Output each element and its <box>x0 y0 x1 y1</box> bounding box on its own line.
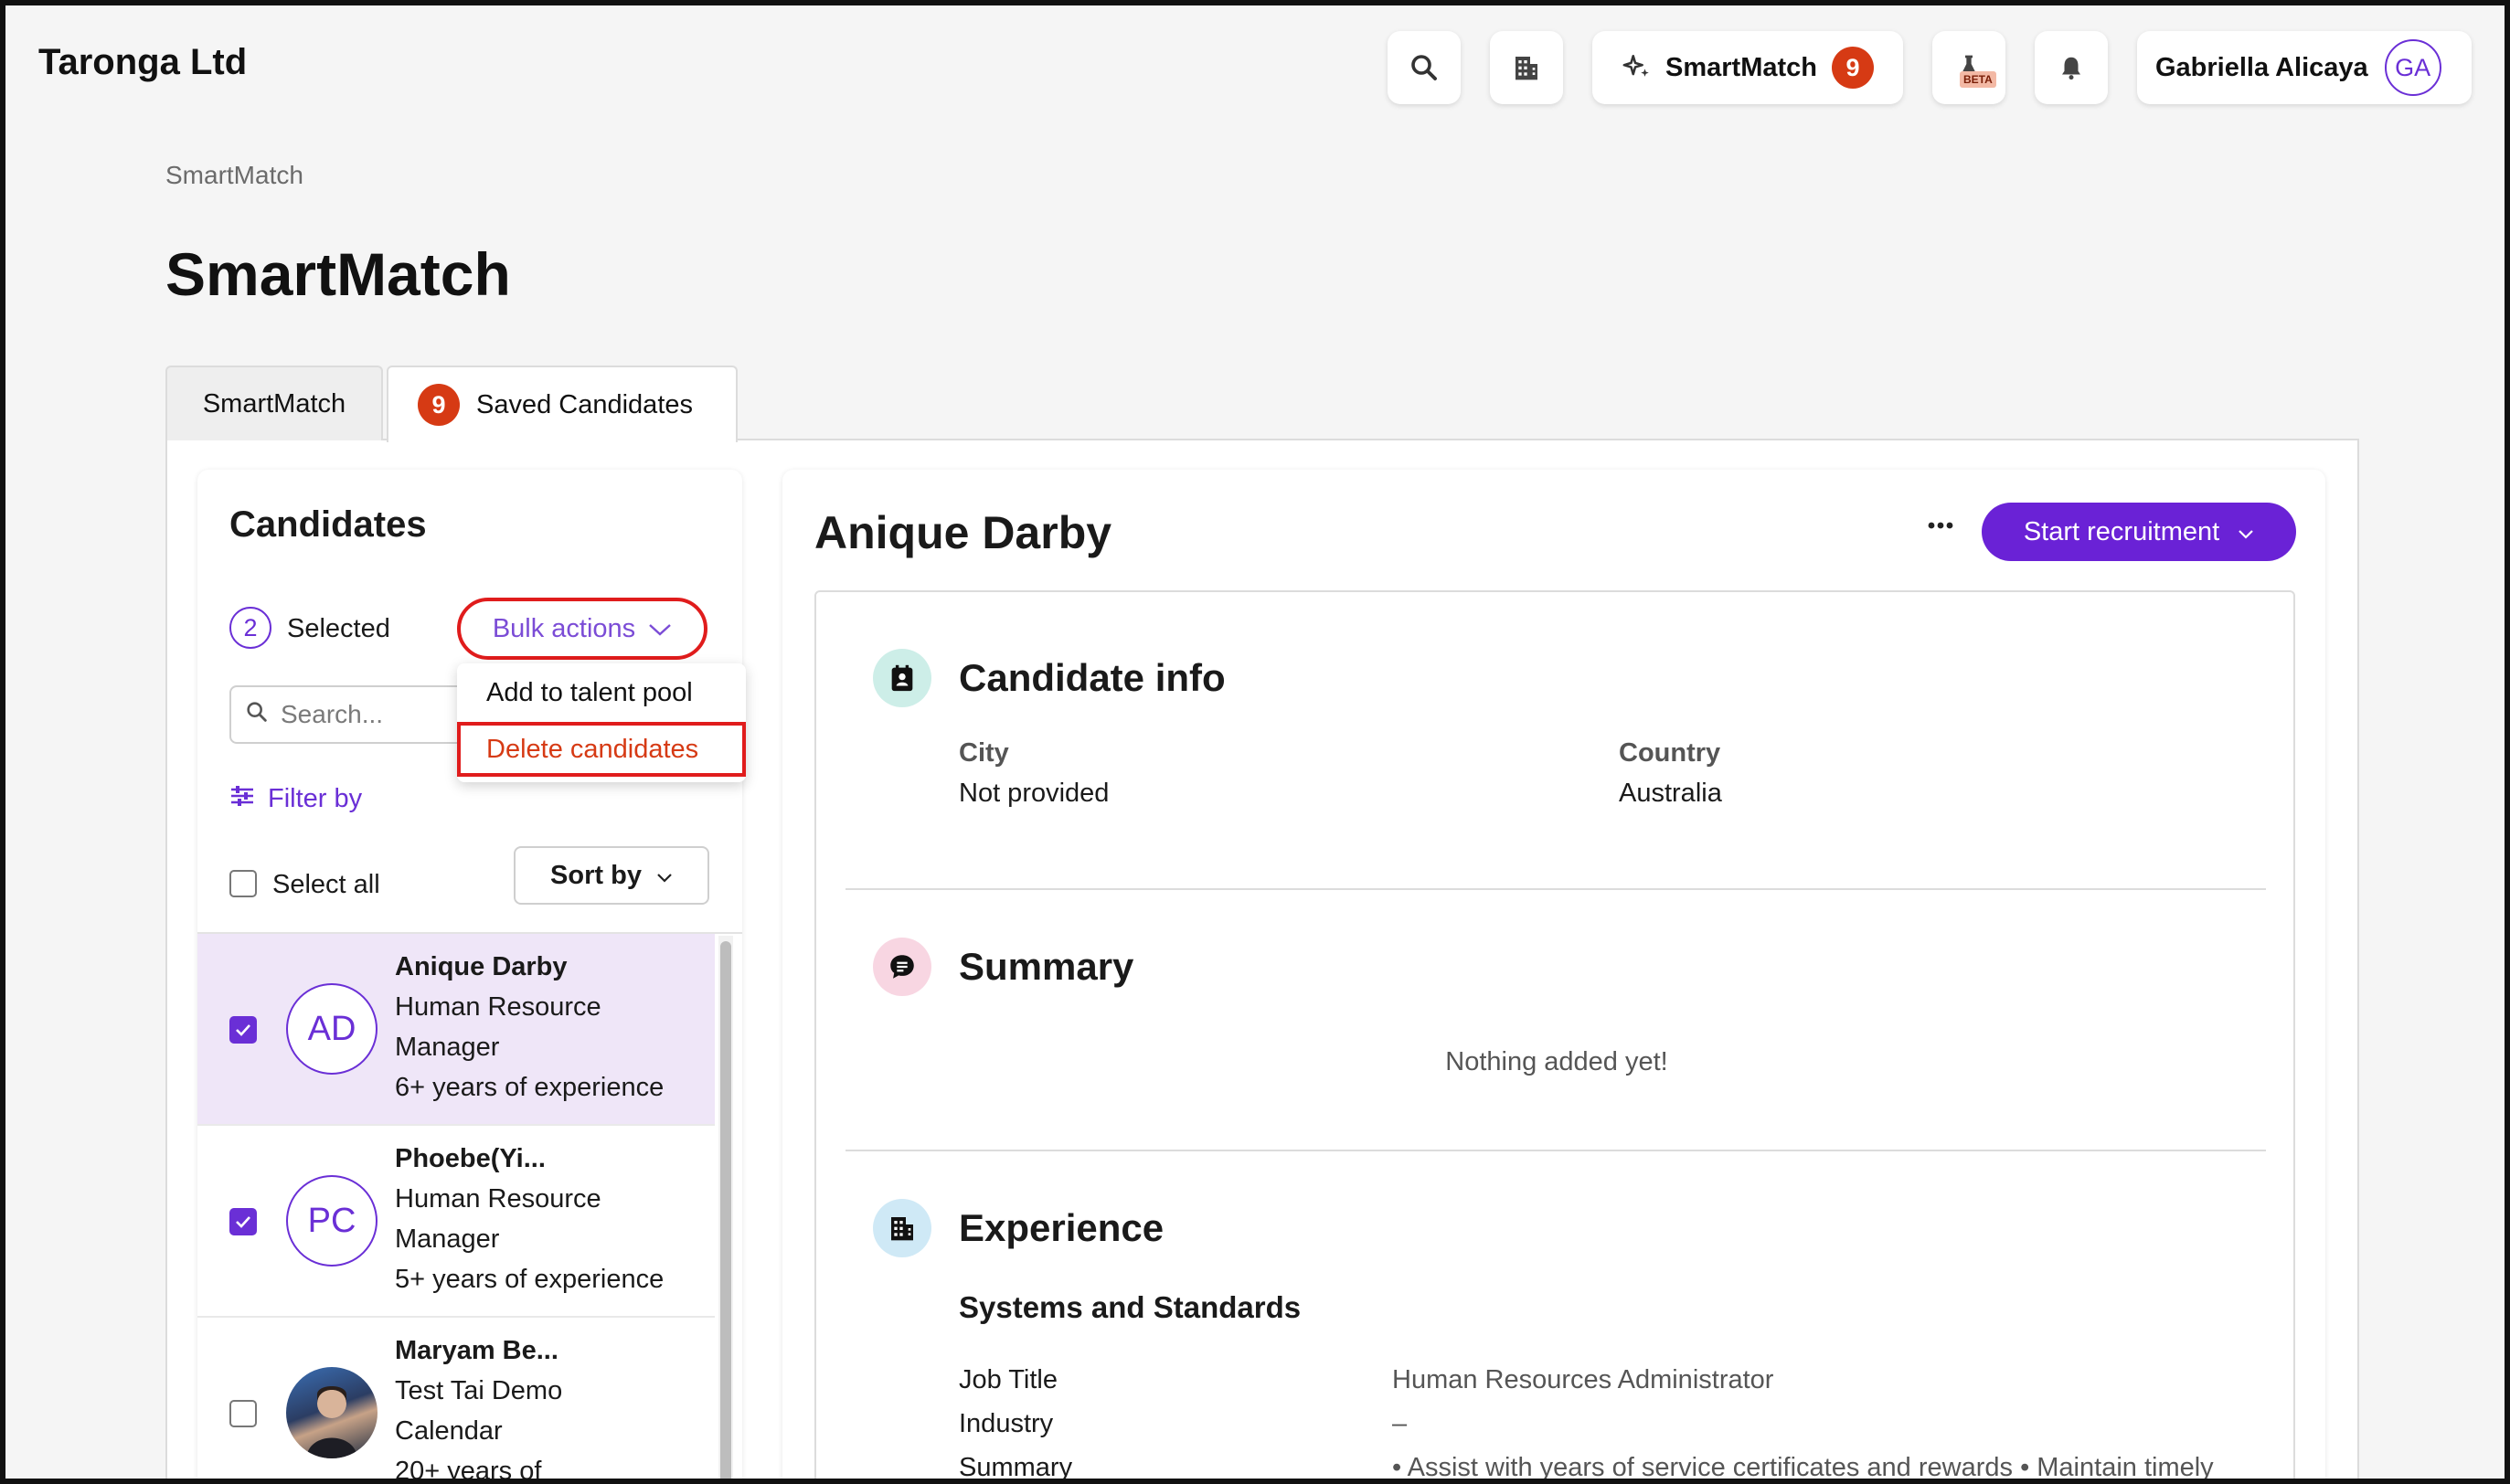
search-placeholder: Search... <box>281 700 384 728</box>
labs-button[interactable]: BETA <box>1932 31 2005 104</box>
candidate-details: Phoebe(Yi... Human Resource Manager 5+ y… <box>395 1139 664 1299</box>
filter-by-label: Filter by <box>268 784 363 813</box>
user-name: Gabriella Alicaya <box>2155 52 2368 82</box>
experience-company: Systems and Standards <box>959 1290 1302 1324</box>
candidate-role: Test Tai Demo <box>395 1376 563 1405</box>
candidate-row[interactable]: PC Phoebe(Yi... Human Resource Manager 5… <box>197 1126 715 1318</box>
section-divider <box>846 1150 2266 1151</box>
tab-label: Saved Candidates <box>476 389 693 419</box>
tab-saved-candidates[interactable]: 9 Saved Candidates <box>387 366 738 442</box>
country-value: Australia <box>1619 779 1722 808</box>
candidate-detail-name: Anique Darby <box>814 507 1112 558</box>
candidates-title: Candidates <box>229 504 427 545</box>
user-menu-button[interactable]: Gabriella Alicaya GA <box>2137 31 2472 104</box>
bulk-actions-label: Bulk actions <box>492 613 636 643</box>
delete-candidates-label: Delete candidates <box>486 734 699 764</box>
section-divider <box>846 888 2266 890</box>
chevron-down-icon <box>2219 517 2254 547</box>
candidate-role: Human Resource <box>395 992 601 1022</box>
sliders-icon <box>229 784 268 814</box>
city-label: City <box>959 738 1009 768</box>
candidate-role-cont: Manager <box>395 1033 500 1062</box>
menu-item-delete-candidates[interactable]: Delete candidates <box>457 722 746 777</box>
select-all-checkbox[interactable] <box>229 870 257 897</box>
experience-title: Experience <box>959 1206 1165 1249</box>
start-recruitment-button[interactable]: Start recruitment <box>1982 503 2296 561</box>
candidate-avatar: AD <box>286 983 378 1075</box>
beta-tag: BETA <box>1960 71 1996 88</box>
contact-card-icon <box>873 649 931 707</box>
country-label: Country <box>1619 738 1721 768</box>
selected-count: 2 <box>229 607 271 649</box>
notifications-button[interactable] <box>2035 31 2108 104</box>
candidate-info-title: Candidate info <box>959 656 1226 699</box>
candidate-profile: Candidate info City Not provided Country… <box>814 590 2295 1484</box>
candidate-experience: 5+ years of experience <box>395 1265 665 1294</box>
list-scrollbar-thumb[interactable] <box>720 941 731 1484</box>
candidate-experience: 20+ years of <box>395 1457 542 1484</box>
industry-label: Industry <box>959 1409 1054 1438</box>
candidate-row[interactable]: Maryam Be... Test Tai Demo Calendar 20+ … <box>197 1318 715 1484</box>
city-value: Not provided <box>959 779 1110 808</box>
sort-by-button[interactable]: Sort by <box>514 846 709 905</box>
candidate-name: Anique Darby <box>395 952 568 981</box>
chevron-down-icon <box>642 861 673 891</box>
industry-value: – <box>1392 1409 1408 1438</box>
experience-summary-value: • Assist with years of service certifica… <box>1392 1453 2214 1482</box>
candidate-details: Anique Darby Human Resource Manager 6+ y… <box>395 947 664 1108</box>
job-title-value: Human Resources Administrator <box>1392 1365 1774 1394</box>
candidate-role: Human Resource <box>395 1184 601 1214</box>
page-title: SmartMatch <box>165 240 511 308</box>
tab-smartmatch[interactable]: SmartMatch <box>165 366 383 440</box>
more-options-button[interactable] <box>1925 510 1956 546</box>
candidate-role-cont: Manager <box>395 1224 500 1254</box>
filter-by-button[interactable]: Filter by <box>229 784 362 814</box>
candidate-avatar: PC <box>286 1175 378 1267</box>
search-input[interactable]: Search... <box>229 685 467 744</box>
breadcrumb[interactable]: SmartMatch <box>165 161 303 190</box>
bell-icon <box>2058 52 2085 83</box>
candidate-row[interactable]: AD Anique Darby Human Resource Manager 6… <box>197 934 715 1126</box>
candidate-details: Maryam Be... Test Tai Demo Calendar 20+ … <box>395 1330 562 1484</box>
building-icon <box>1512 52 1541 83</box>
job-title-label: Job Title <box>959 1365 1058 1394</box>
candidate-experience: 6+ years of experience <box>395 1073 665 1102</box>
bulk-actions-menu: Add to talent pool Delete candidates <box>457 663 746 782</box>
selected-label: Selected <box>287 614 390 643</box>
start-recruitment-label: Start recruitment <box>2023 516 2220 546</box>
row-checkbox[interactable] <box>229 1016 257 1044</box>
smartmatch-count-badge: 9 <box>1832 47 1874 89</box>
menu-item-add-to-talent-pool[interactable]: Add to talent pool <box>486 678 693 708</box>
chevron-down-icon <box>635 614 672 644</box>
summary-empty-note: Nothing added yet! <box>1445 1047 1668 1076</box>
search-icon <box>244 699 281 731</box>
saved-count-badge: 9 <box>418 384 460 426</box>
candidate-photo <box>286 1367 378 1458</box>
company-button[interactable] <box>1490 31 1563 104</box>
more-horizontal-icon <box>1925 522 1956 545</box>
smartmatch-button[interactable]: SmartMatch 9 <box>1592 31 1903 104</box>
candidate-name: Maryam Be... <box>395 1336 558 1365</box>
bulk-actions-button[interactable]: Bulk actions <box>457 598 707 660</box>
row-checkbox[interactable] <box>229 1400 257 1427</box>
candidate-detail-panel: Anique Darby Start recruitment Candidate… <box>782 470 2325 1484</box>
select-all-label: Select all <box>272 870 380 899</box>
experience-summary-label: Summary <box>959 1453 1073 1482</box>
summary-title: Summary <box>959 945 1134 988</box>
sparkle-icon <box>1622 52 1653 83</box>
search-button[interactable] <box>1388 31 1461 104</box>
candidates-panel: Candidates 2 Selected Bulk actions Searc… <box>197 470 742 1484</box>
company-name: Taronga Ltd <box>38 42 248 82</box>
chat-bubble-icon <box>873 938 931 996</box>
candidate-role-cont: Calendar <box>395 1416 503 1446</box>
search-icon <box>1408 51 1441 84</box>
candidate-name: Phoebe(Yi... <box>395 1144 546 1173</box>
smartmatch-label: SmartMatch <box>1665 52 1817 82</box>
tab-label: SmartMatch <box>202 388 346 419</box>
sort-by-label: Sort by <box>550 860 642 890</box>
user-avatar: GA <box>2384 39 2441 96</box>
building-icon <box>873 1199 931 1257</box>
row-checkbox[interactable] <box>229 1208 257 1235</box>
